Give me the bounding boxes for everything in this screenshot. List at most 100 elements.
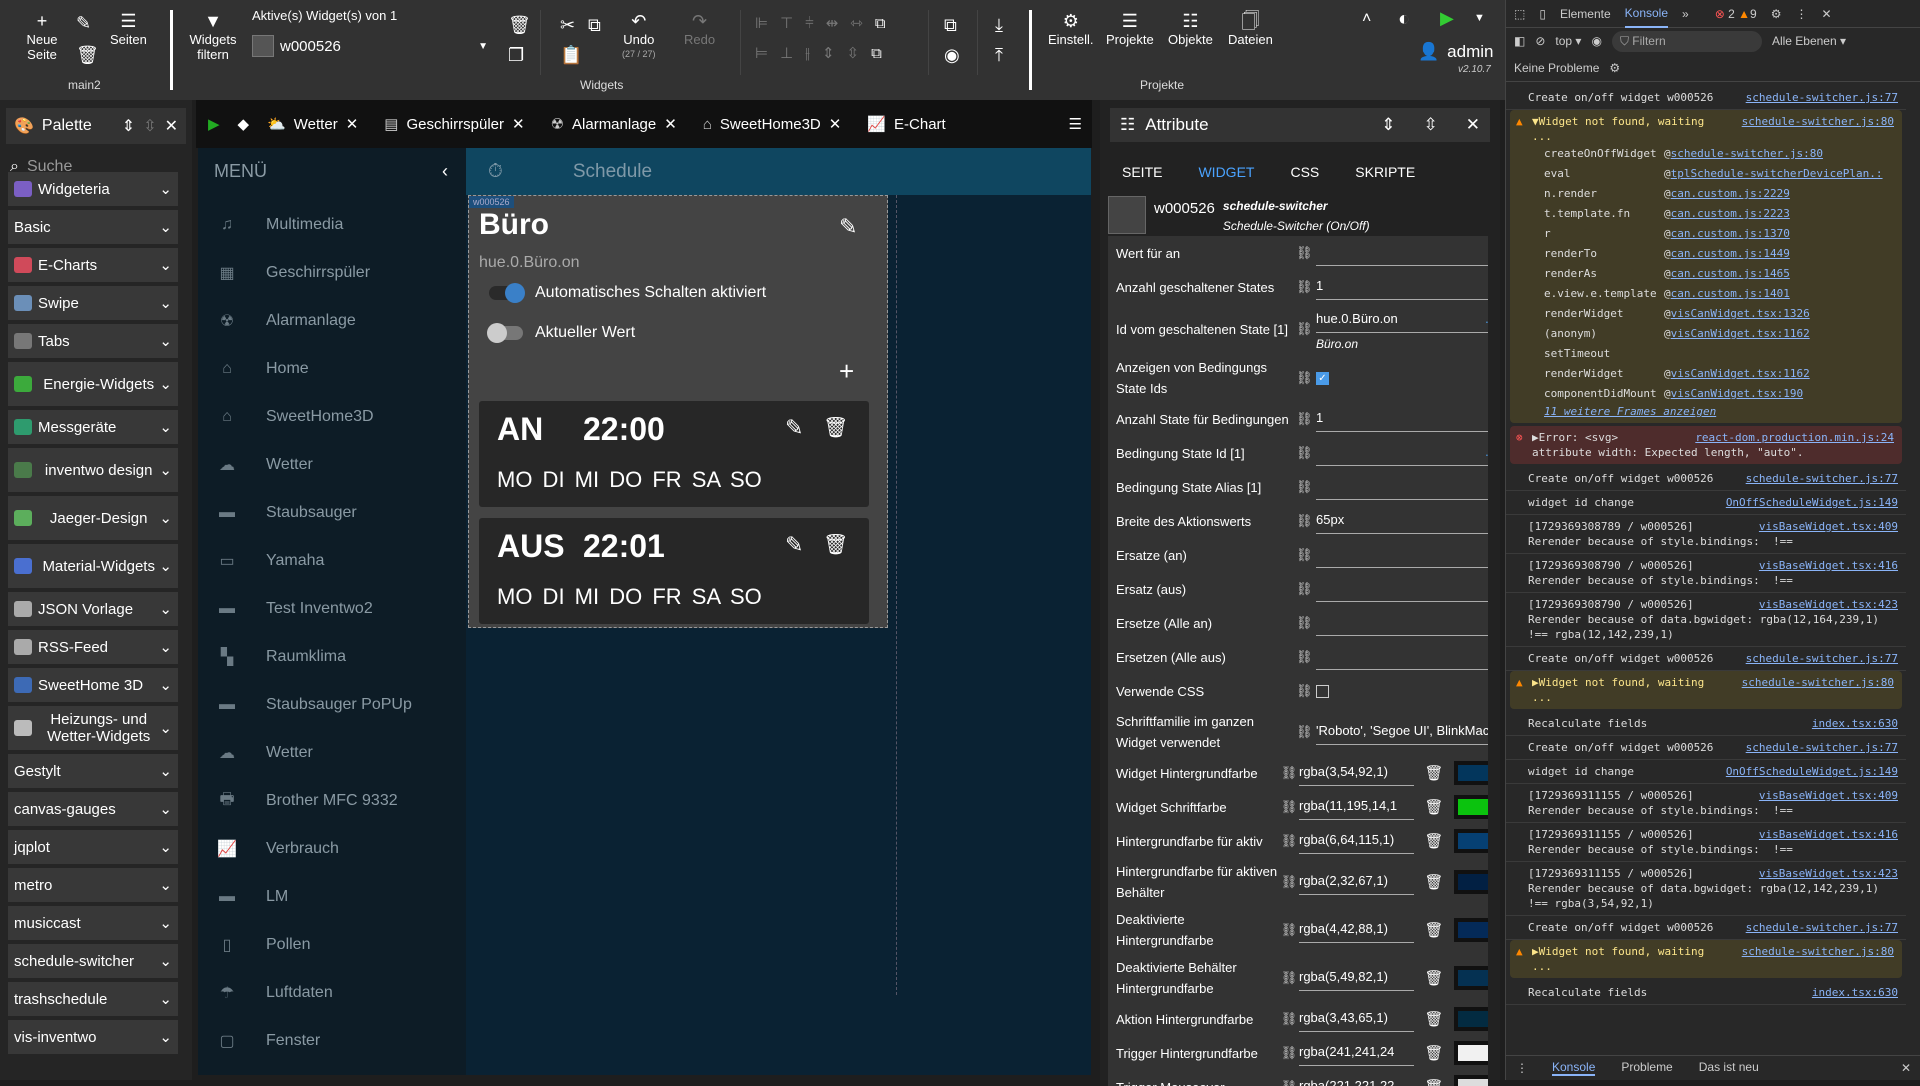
link-icon[interactable]: ⛓ (1281, 833, 1299, 849)
palette-group[interactable]: Tabs⌄ (8, 324, 178, 358)
attribute-input[interactable]: rgba(5,49,82,1) (1299, 965, 1414, 991)
link-icon[interactable]: ⛓ (1281, 874, 1299, 890)
attribute-input[interactable]: 1 (1316, 274, 1488, 300)
delete-page-button[interactable]: 🗑 (76, 44, 99, 66)
tab-elements[interactable]: Elemente (1560, 7, 1611, 21)
color-swatch[interactable] (1454, 870, 1488, 894)
delete-trigger-icon[interactable]: 🗑 (823, 415, 848, 440)
menu-item[interactable]: ⌂SweetHome3D (198, 393, 466, 441)
palette-group[interactable]: canvas-gauges⌄ (8, 792, 178, 826)
clear-color-icon[interactable]: 🗑 (1424, 764, 1444, 782)
attribute-input[interactable] (1316, 474, 1488, 500)
source-link[interactable]: schedule-switcher.js:77 (1746, 90, 1898, 105)
palette-group[interactable]: vis-inventwo⌄ (8, 1020, 178, 1054)
source-link[interactable]: schedule-switcher.js:77 (1746, 920, 1898, 935)
clear-color-icon[interactable]: 🗑 (1424, 969, 1444, 987)
stack-link[interactable]: can.custom.js:1449 (1671, 244, 1790, 264)
view-tab[interactable]: 📈E-Chart (867, 115, 945, 133)
attribute-input[interactable]: rgba(3,43,65,1) (1299, 1006, 1414, 1032)
link-icon[interactable]: ⛓ (1296, 724, 1316, 740)
palette-group[interactable]: Swipe⌄ (8, 286, 178, 320)
source-link[interactable]: schedule-switcher.js:77 (1746, 1009, 1898, 1012)
show-more-frames[interactable]: 11 weitere Frames anzeigen (1532, 404, 1894, 419)
palette-group[interactable]: JSON Vorlage⌄ (8, 592, 178, 626)
link-icon[interactable]: ⛓ (1296, 411, 1316, 427)
link-icon[interactable]: ⛓ (1296, 370, 1316, 386)
attribute-input[interactable]: hue.0.Büro.on... (1316, 307, 1488, 333)
redo-button[interactable]: ↷Redo (684, 10, 715, 47)
stack-link[interactable]: visCanWidget.tsx:1326 (1671, 304, 1810, 324)
inspect-icon[interactable]: ⬚ (1514, 7, 1525, 21)
source-link[interactable]: schedule-switcher.js:77 (1746, 740, 1898, 755)
trigger-card[interactable]: AUS22:01✎🗑MO DI MI DO FR SA SO (479, 518, 869, 624)
export-button[interactable]: ⤒ (995, 44, 1003, 66)
select-id-button[interactable]: ... (1485, 440, 1488, 465)
attribute-input[interactable]: 'Roboto', 'Segoe UI', BlinkMacSy (1316, 719, 1488, 745)
attribute-input[interactable]: ... (1316, 440, 1488, 466)
menu-item[interactable]: ▬Staubsauger PoPUp (198, 681, 466, 729)
color-swatch[interactable] (1454, 966, 1488, 990)
clear-color-icon[interactable]: 🗑 (1424, 798, 1444, 816)
attribute-input[interactable]: rgba(4,42,88,1) (1299, 917, 1414, 943)
stack-link[interactable]: can.custom.js:2223 (1671, 204, 1790, 224)
play-icon[interactable]: ▶ (208, 115, 220, 133)
close-tab-icon[interactable]: ✕ (829, 115, 842, 133)
attribute-input[interactable] (1316, 542, 1488, 568)
select-id-button[interactable]: ... (1485, 307, 1488, 332)
link-icon[interactable]: ⛓ (1296, 279, 1316, 295)
view-tab[interactable]: ▤Geschirrspüler✕ (384, 115, 524, 133)
layers-icon[interactable]: ◆ (238, 115, 250, 133)
palette-group[interactable]: Basic⌄ (8, 210, 178, 244)
palette-group[interactable]: Heizungs- und Wetter-Widgets⌄ (8, 706, 178, 750)
palette-group[interactable]: SweetHome 3D⌄ (8, 668, 178, 702)
new-page-button[interactable]: +Neue Seite (22, 10, 62, 62)
attribute-input[interactable]: rgba(241,241,24 (1299, 1040, 1414, 1066)
menu-item[interactable]: ▭Yamaha (198, 537, 466, 585)
source-link[interactable]: schedule-switcher.js:77 (1746, 471, 1898, 486)
sidebar-icon[interactable]: ◧ (1514, 34, 1525, 48)
palette-group[interactable]: RSS-Feed⌄ (8, 630, 178, 664)
menu-item[interactable]: ▢Fenster (198, 1017, 466, 1065)
view-tab[interactable]: ☢Alarmanlage✕ (551, 115, 677, 133)
stack-link[interactable]: can.custom.js:2229 (1671, 184, 1790, 204)
link-icon[interactable]: ⛓ (1296, 513, 1316, 529)
link-icon[interactable]: ⛓ (1281, 1045, 1299, 1061)
close-icon[interactable]: ✕ (165, 116, 178, 136)
palette-group[interactable]: Material-Widgets⌄ (8, 544, 178, 588)
delete-trigger-icon[interactable]: 🗑 (823, 532, 848, 557)
attribute-input[interactable]: rgba(2,32,67,1) (1299, 869, 1414, 895)
kebab-icon[interactable]: ⋮ (1516, 1061, 1528, 1075)
clear-color-icon[interactable]: 🗑 (1424, 832, 1444, 850)
source-link[interactable]: index.tsx:630 (1812, 716, 1898, 731)
more-tabs-icon[interactable]: » (1682, 7, 1689, 21)
schedule-switcher-widget[interactable]: w000526 Büro ✎ hue.0.Büro.on Automatisch… (468, 195, 888, 628)
attribute-input[interactable] (1316, 610, 1488, 636)
user-menu[interactable]: 👤admin (1418, 42, 1493, 62)
source-link[interactable]: react-dom.production.min.js:24 (1695, 430, 1894, 445)
clear-color-icon[interactable]: 🗑 (1424, 1010, 1444, 1028)
gear-icon[interactable]: ⚙ (1771, 7, 1782, 21)
palette-group[interactable]: trashschedule⌄ (8, 982, 178, 1016)
issues-label[interactable]: Keine Probleme (1514, 61, 1599, 75)
link-icon[interactable]: ⛓ (1296, 581, 1316, 597)
close-icon[interactable]: ✕ (1822, 7, 1832, 21)
tab-seite[interactable]: SEITE (1122, 164, 1162, 180)
projects-button[interactable]: ☰Projekte (1106, 10, 1154, 47)
menu-item[interactable]: ☁Wetter (198, 441, 466, 489)
edit-name-icon[interactable]: ✎ (839, 214, 857, 240)
files-button[interactable]: 🗍Dateien (1228, 10, 1273, 47)
edit-trigger-icon[interactable]: ✎ (785, 415, 803, 441)
attribute-input[interactable]: rgba(6,64,115,1) (1299, 828, 1414, 854)
palette-group[interactable]: Energie-Widgets⌄ (8, 362, 178, 406)
source-link[interactable]: index.tsx:630 (1812, 985, 1898, 1000)
tab-skripte[interactable]: SKRIPTE (1355, 164, 1415, 180)
palette-group[interactable]: musiccast⌄ (8, 906, 178, 940)
stack-link[interactable]: visCanWidget.tsx:190 (1671, 384, 1803, 404)
clear-color-icon[interactable]: 🗑 (1424, 1078, 1444, 1086)
undo-button[interactable]: ↶Undo(27 / 27) (622, 10, 656, 62)
stack-link[interactable]: tplSchedule-switcherDevicePlan.: (1671, 164, 1883, 184)
palette-group[interactable]: Gestylt⌄ (8, 754, 178, 788)
color-swatch[interactable] (1454, 1075, 1488, 1086)
menu-item[interactable]: ▯Pollen (198, 921, 466, 969)
link-icon[interactable]: ⛓ (1296, 615, 1316, 631)
